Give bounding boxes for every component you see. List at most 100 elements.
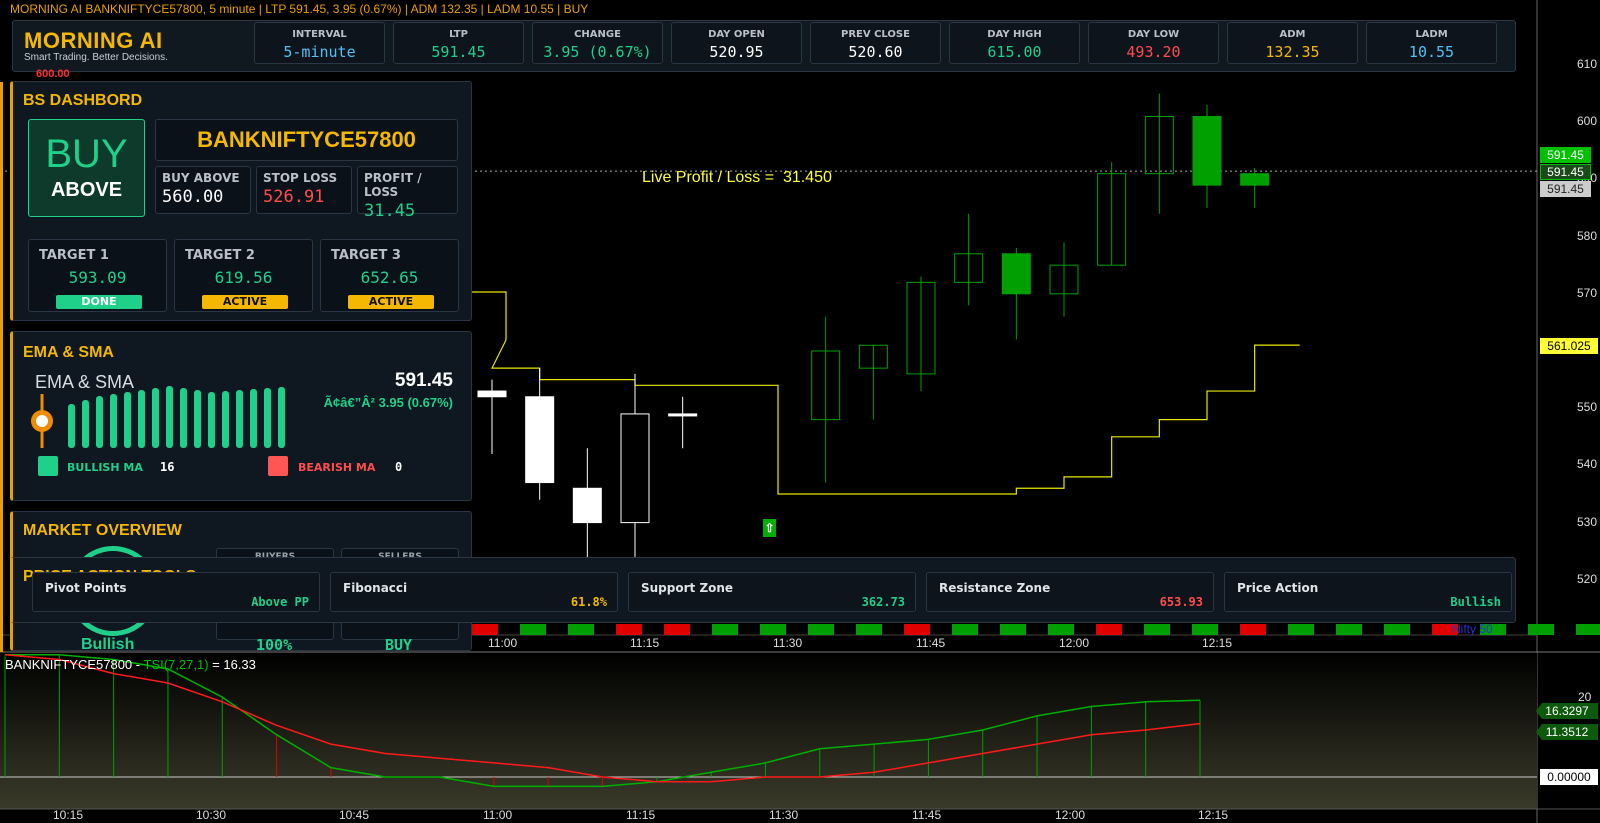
bs-dashboard-panel: BS DASHBORD BUY ABOVE BANKNIFTYCE57800 B… — [10, 81, 472, 321]
ema-bar — [82, 400, 89, 448]
volume-bar — [1336, 624, 1362, 635]
ema-bar — [124, 392, 131, 448]
tool-resistance-zone[interactable]: Resistance Zone 653.93 — [926, 572, 1214, 612]
tool-name: Resistance Zone — [939, 581, 1051, 595]
stop-loss-value: 526.91 — [263, 187, 325, 207]
header-card-value: 615.00 — [987, 43, 1042, 61]
tool-name: Price Action — [1237, 581, 1319, 595]
buyers-percent: 100% — [256, 636, 293, 651]
symbol-box: BANKNIFTYCE57800 — [155, 119, 458, 161]
volume-bar — [664, 624, 690, 635]
header-card-label: LADM — [1415, 29, 1448, 40]
ema-bar — [180, 388, 187, 448]
header-card-label: INTERVAL — [292, 29, 347, 40]
price-axis-label: 570 — [1577, 285, 1598, 300]
target-value: 619.56 — [214, 268, 273, 287]
tool-name: Pivot Points — [45, 581, 127, 595]
profit-loss-value: 31.45 — [364, 201, 416, 221]
bearish-label: BEARISH MA — [298, 461, 376, 474]
tool-value: Bullish — [1450, 595, 1501, 609]
volume-bar — [952, 624, 978, 635]
tool-value: 362.73 — [861, 595, 905, 609]
ema-bar — [152, 388, 159, 448]
ema-bar — [250, 389, 257, 448]
header-card-label: DAY HIGH — [987, 29, 1042, 40]
stop-loss-box: STOP LOSS 526.91 — [256, 166, 352, 214]
signal-sub: ABOVE — [50, 179, 123, 201]
price-axis-label: 520 — [1577, 571, 1598, 586]
header-card-value: 493.20 — [1126, 43, 1181, 61]
tsi-time-label: 10:30 — [196, 808, 227, 822]
header-card-label: DAY LOW — [1127, 29, 1180, 40]
volume-bar — [856, 624, 882, 635]
header-card-adm: ADM 132.35 — [1227, 22, 1358, 64]
volume-bar — [1096, 624, 1122, 635]
header-card-change: CHANGE 3.95 (0.67%) — [532, 22, 663, 64]
volume-bar — [760, 624, 786, 635]
time-label: 11:00 — [488, 636, 518, 650]
price-axis-label: 610 — [1577, 57, 1598, 71]
header-card-label: CHANGE — [574, 29, 621, 40]
volume-bar — [616, 624, 642, 635]
tool-name: Fibonacci — [343, 581, 408, 595]
target-status-badge: ACTIVE — [202, 295, 288, 309]
tsi-title: BANKNIFTYCE57800 - TSI(7,27,1) = 16.33 — [5, 657, 256, 672]
market-action: BUY — [385, 636, 413, 651]
tool-support-zone[interactable]: Support Zone 362.73 — [628, 572, 916, 612]
tool-value: 653.93 — [1159, 595, 1203, 609]
candle-body — [525, 396, 555, 484]
bearish-swatch — [268, 456, 288, 476]
tsi-time-label: 12:00 — [1055, 808, 1086, 822]
volume-bar — [472, 624, 498, 635]
tool-value: Above PP — [251, 595, 309, 609]
header-card-value: 591.45 — [431, 43, 486, 61]
tsi-time-label: 11:30 — [769, 808, 799, 822]
panel-title: MARKET OVERVIEW — [23, 522, 182, 539]
candle-body — [668, 413, 698, 417]
ema-bar — [208, 392, 215, 448]
tool-fibonacci[interactable]: Fibonacci 61.8% — [330, 572, 618, 612]
ema-bar — [236, 390, 243, 448]
price-axis-label: 580 — [1577, 228, 1598, 243]
tool-pivot-points[interactable]: Pivot Points Above PP — [32, 572, 320, 612]
volume-bar — [712, 624, 738, 635]
index-label: Nifty 50 — [1452, 622, 1493, 636]
buy-arrow-marker: ⇧ — [763, 519, 776, 537]
volume-bar — [904, 624, 930, 635]
header-card-day-open: DAY OPEN 520.95 — [671, 22, 802, 64]
time-label: 11:30 — [773, 636, 803, 650]
ema-bar — [278, 387, 285, 448]
time-label: 11:45 — [916, 636, 946, 650]
header-card-value: 5-minute — [283, 43, 356, 61]
header-card-ladm: LADM 10.55 — [1366, 22, 1497, 64]
target-status-badge: ACTIVE — [348, 295, 434, 309]
ema-bar — [110, 394, 117, 448]
volume-bar — [520, 624, 546, 635]
last-price-tag-2: 591.45 — [1540, 164, 1591, 180]
time-label: 12:15 — [1202, 636, 1233, 650]
header-card-value: 132.35 — [1265, 43, 1320, 61]
volume-bar — [1240, 624, 1266, 635]
signal-box[interactable]: BUY ABOVE — [28, 119, 145, 217]
candle-body — [572, 487, 602, 524]
candle-body — [477, 390, 507, 398]
brand-tagline: Smart Trading. Better Decisions. — [24, 52, 168, 63]
brand-ghost-text: 600.00 — [36, 68, 70, 80]
volume-bar — [808, 624, 834, 635]
last-price-tag-3: 591.45 — [1540, 181, 1591, 197]
tsi-time-label: 11:00 — [483, 808, 513, 822]
time-label: 11:15 — [630, 636, 660, 650]
price-axis-label: 600 — [1577, 114, 1598, 129]
brand: MORNING AI Smart Trading. Better Decisio… — [24, 28, 168, 63]
symbol-name: BANKNIFTYCE57800 — [197, 127, 416, 152]
ema-bar — [194, 390, 201, 448]
header-card-value: 520.60 — [848, 43, 903, 61]
tool-price-action[interactable]: Price Action Bullish — [1224, 572, 1512, 612]
target-value: 593.09 — [68, 268, 127, 287]
bullish-swatch — [38, 456, 58, 476]
ema-bar — [68, 404, 75, 448]
panel-title: EMA & SMA — [23, 344, 114, 361]
bullish-label: BULLISH MA — [67, 461, 143, 474]
header-card-day-high: DAY HIGH 615.00 — [949, 22, 1080, 64]
tsi-zero-tag: 0.00000 — [1540, 769, 1598, 785]
